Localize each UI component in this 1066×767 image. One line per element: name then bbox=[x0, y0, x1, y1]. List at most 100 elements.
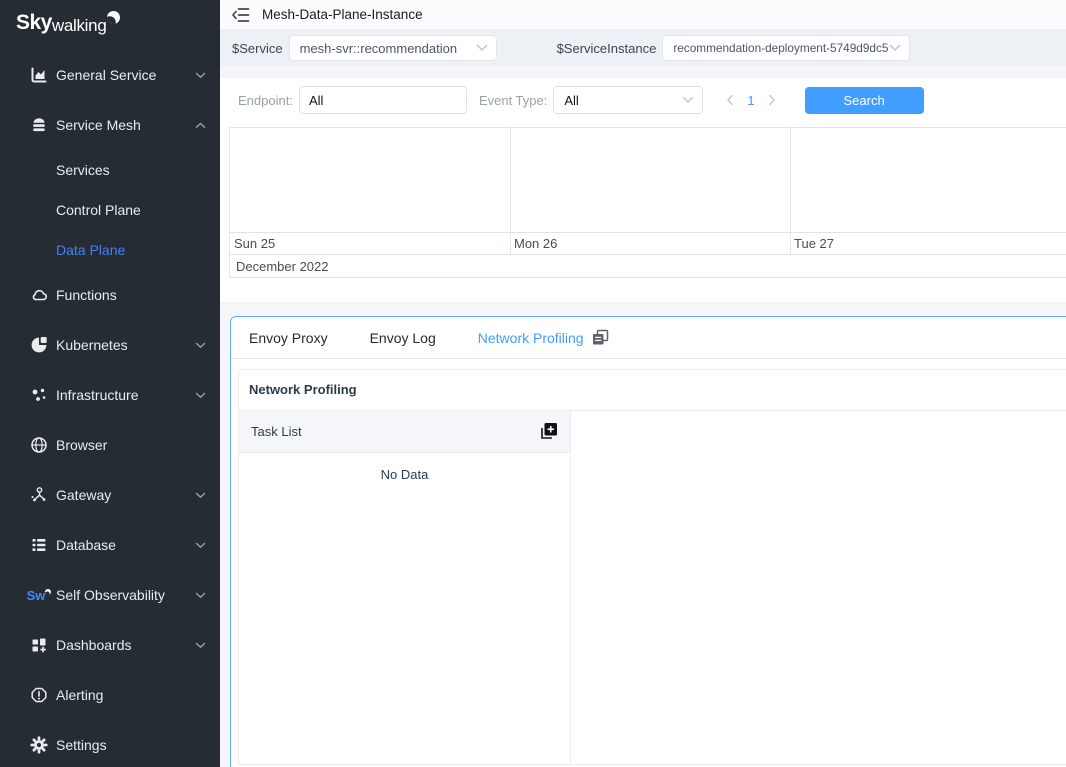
sidebar-item-label: Dashboards bbox=[56, 637, 195, 653]
chevron-down-icon bbox=[476, 44, 488, 52]
sidebar-item-label: Kubernetes bbox=[56, 337, 195, 353]
search-button[interactable]: Search bbox=[805, 87, 924, 114]
new-task-icon[interactable] bbox=[539, 422, 558, 441]
skywalking-logo[interactable]: Sky walking bbox=[0, 0, 220, 50]
globe-icon bbox=[30, 436, 48, 454]
sidebar-item-control-plane[interactable]: Control Plane bbox=[0, 190, 220, 230]
chevron-down-icon bbox=[195, 592, 206, 599]
filter-row: Endpoint: Event Type: All 1 Search bbox=[220, 78, 1066, 122]
sidebar-item-dashboards[interactable]: Dashboards bbox=[0, 620, 220, 670]
tab-envoy-proxy[interactable]: Envoy Proxy bbox=[249, 330, 328, 346]
sidebar-item-database[interactable]: Database bbox=[0, 520, 220, 570]
chevron-down-icon bbox=[195, 392, 206, 399]
gear-icon bbox=[30, 736, 48, 754]
sidebar-item-label: Gateway bbox=[56, 487, 195, 503]
sidebar-item-label: Database bbox=[56, 537, 195, 553]
gateway-icon bbox=[30, 486, 48, 504]
chevron-down-icon bbox=[195, 342, 206, 349]
timeline-grid[interactable]: Sun 25Mon 26Tue 27 December 2022 bbox=[220, 122, 1066, 302]
copy-icon[interactable] bbox=[592, 329, 609, 346]
chevron-down-icon bbox=[195, 642, 206, 649]
chart-icon bbox=[30, 66, 48, 84]
page-title: Mesh-Data-Plane-Instance bbox=[262, 7, 423, 22]
sidebar: Sky walking General Service Service Mesh S… bbox=[0, 0, 220, 767]
tab-bar: Envoy Proxy Envoy Log Network Profiling bbox=[231, 317, 1066, 359]
selector-bar: $Service mesh-svr::recommendation $Servi… bbox=[220, 30, 1066, 66]
panel-title: Network Profiling bbox=[239, 370, 1066, 411]
chevron-down-icon bbox=[195, 492, 206, 499]
service-instance-label: $ServiceInstance bbox=[557, 41, 657, 56]
tab-envoy-log[interactable]: Envoy Log bbox=[370, 330, 436, 346]
sidebar-item-functions[interactable]: Functions bbox=[0, 270, 220, 320]
task-list-title: Task List bbox=[251, 424, 302, 439]
sidebar-item-alerting[interactable]: Alerting bbox=[0, 670, 220, 720]
sidebar-item-gateway[interactable]: Gateway bbox=[0, 470, 220, 520]
network-profiling-panel: Network Profiling Task List No Data bbox=[238, 369, 1066, 765]
timeline-month-label: December 2022 bbox=[236, 259, 329, 274]
service-select[interactable]: mesh-svr::recommendation bbox=[289, 35, 497, 61]
timeline-day-label: Sun 25 bbox=[234, 236, 275, 251]
task-detail-area bbox=[571, 411, 1066, 764]
sidebar-item-label: Settings bbox=[56, 737, 206, 753]
sidebar-item-label: Services bbox=[56, 162, 206, 178]
sidebar-item-kubernetes[interactable]: Kubernetes bbox=[0, 320, 220, 370]
cloud-icon bbox=[30, 286, 48, 304]
sidebar-item-service-mesh[interactable]: Service Mesh bbox=[0, 100, 220, 150]
sidebar-item-label: Control Plane bbox=[56, 202, 206, 218]
app: Sky walking General Service Service Mesh S… bbox=[0, 0, 1066, 767]
database-icon bbox=[30, 536, 48, 554]
endpoint-label: Endpoint: bbox=[238, 93, 293, 108]
sidebar-item-label: Data Plane bbox=[56, 242, 206, 258]
event-type-select[interactable]: All bbox=[553, 86, 703, 114]
task-list-header: Task List bbox=[239, 411, 570, 453]
sidebar-item-self-observability[interactable]: Sw Self Observability bbox=[0, 570, 220, 620]
sidebar-item-label: Functions bbox=[56, 287, 206, 303]
logo-moon-icon bbox=[105, 9, 123, 27]
chevron-down-icon bbox=[889, 44, 901, 52]
chevron-down-icon bbox=[195, 72, 206, 79]
sidebar-item-general-service[interactable]: General Service bbox=[0, 50, 220, 100]
sidebar-item-label: Service Mesh bbox=[56, 117, 195, 133]
chevron-down-icon bbox=[195, 542, 206, 549]
logo-text-light: walking bbox=[52, 13, 107, 39]
dashboards-icon bbox=[30, 636, 48, 654]
service-instance-select[interactable]: recommendation-deployment-5749d9dc55-hjl… bbox=[662, 35, 910, 61]
service-label: $Service bbox=[232, 41, 283, 56]
sidebar-menu: General Service Service Mesh Services Contr… bbox=[0, 50, 220, 767]
sidebar-item-browser[interactable]: Browser bbox=[0, 420, 220, 470]
sidebar-item-label: Infrastructure bbox=[56, 387, 195, 403]
alert-icon bbox=[30, 686, 48, 704]
sidebar-item-label: General Service bbox=[56, 67, 195, 83]
sidebar-item-infrastructure[interactable]: Infrastructure bbox=[0, 370, 220, 420]
timeline-day-label: Tue 27 bbox=[794, 236, 834, 251]
main-content: Mesh-Data-Plane-Instance $Service mesh-s… bbox=[220, 0, 1066, 767]
sw-logo-icon: Sw bbox=[30, 586, 48, 604]
dots-icon bbox=[30, 386, 48, 404]
tab-label: Envoy Proxy bbox=[249, 330, 328, 346]
tab-network-profiling[interactable]: Network Profiling bbox=[478, 329, 609, 346]
tab-label: Network Profiling bbox=[478, 330, 584, 346]
sidebar-item-label: Self Observability bbox=[56, 587, 195, 603]
current-page-number[interactable]: 1 bbox=[747, 93, 754, 108]
pagination: 1 bbox=[721, 93, 780, 108]
no-data-text: No Data bbox=[381, 467, 429, 482]
page-header: Mesh-Data-Plane-Instance bbox=[220, 0, 1066, 30]
event-type-label: Event Type: bbox=[479, 93, 547, 108]
sidebar-item-data-plane[interactable]: Data Plane bbox=[0, 230, 220, 270]
sidebar-item-services[interactable]: Services bbox=[0, 150, 220, 190]
prev-page-icon[interactable] bbox=[721, 94, 739, 106]
endpoint-input[interactable] bbox=[299, 86, 467, 114]
chevron-down-icon bbox=[682, 96, 694, 104]
instance-widget: Envoy Proxy Envoy Log Network Profiling Ne… bbox=[230, 316, 1066, 767]
kubernetes-icon bbox=[30, 336, 48, 354]
next-page-icon[interactable] bbox=[763, 94, 781, 106]
sidebar-item-label: Browser bbox=[56, 437, 206, 453]
logo-text-bold: Sky bbox=[16, 10, 52, 36]
tab-label: Envoy Log bbox=[370, 330, 436, 346]
chevron-up-icon bbox=[195, 122, 206, 129]
layers-icon bbox=[30, 116, 48, 134]
collapse-sidebar-icon[interactable] bbox=[232, 7, 250, 23]
sidebar-item-label: Alerting bbox=[56, 687, 206, 703]
sidebar-item-settings[interactable]: Settings bbox=[0, 720, 220, 767]
events-card: Endpoint: Event Type: All 1 Search bbox=[220, 78, 1066, 302]
